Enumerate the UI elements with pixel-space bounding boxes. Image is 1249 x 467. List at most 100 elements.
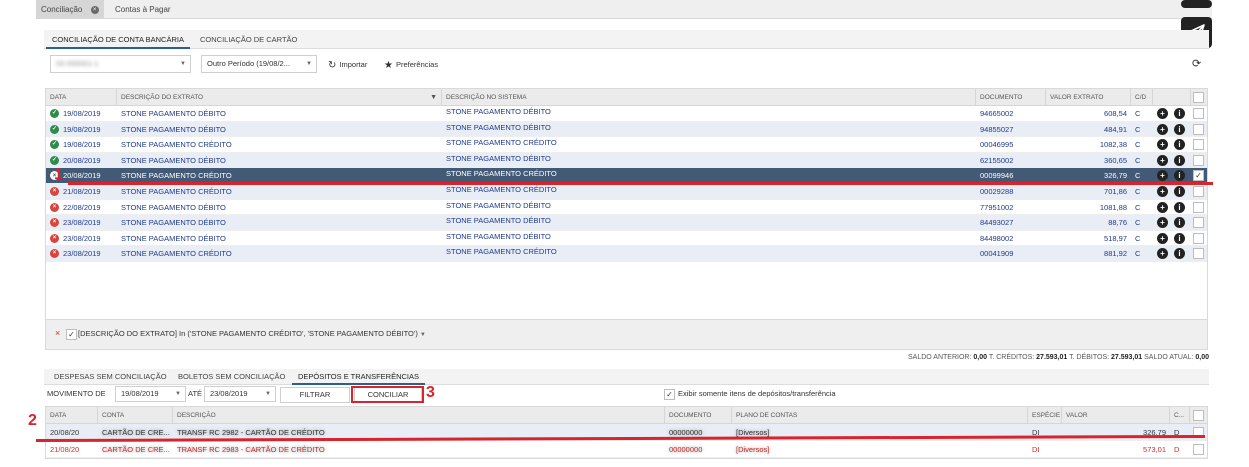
info-icon[interactable]: i <box>1174 185 1185 197</box>
header-description[interactable]: DESCRIÇÃO <box>173 407 665 424</box>
table-row[interactable]: × 23/08/2019 STONE PAGAMENTO CRÉDITO STONE … <box>46 246 1207 262</box>
add-icon[interactable]: + <box>1157 217 1168 229</box>
cell-system-description[interactable]: STONE PAGAMENTO CRÉDITO <box>442 166 976 181</box>
add-icon[interactable]: + <box>1157 248 1168 260</box>
row-checkbox[interactable] <box>1193 201 1204 213</box>
row-checkbox[interactable] <box>1193 444 1204 455</box>
cell-system-description[interactable]: STONE PAGAMENTO DÉBITO <box>442 151 976 166</box>
header-cd[interactable]: C/D <box>1131 89 1153 106</box>
tab-deposits-transfers[interactable]: DEPÓSITOS E TRANSFERÊNCIAS <box>292 369 425 385</box>
close-icon[interactable]: × <box>90 5 99 14</box>
tab-label: Contas à Pagar <box>115 5 171 14</box>
row-checkbox[interactable] <box>1193 108 1204 119</box>
cell-system-description[interactable]: STONE PAGAMENTO CRÉDITO <box>442 244 976 259</box>
header-label: DESCRIÇÃO DO EXTRATO <box>121 94 204 101</box>
cell-system-description[interactable]: STONE PAGAMENTO DÉBITO <box>442 229 976 244</box>
header-cd[interactable]: C... <box>1170 407 1190 424</box>
header-date[interactable]: DATA <box>46 89 117 106</box>
add-icon[interactable]: + <box>1157 154 1168 166</box>
info-icon[interactable]: i <box>1174 248 1185 260</box>
cell-system-description[interactable]: STONE PAGAMENTO DÉBITO <box>442 104 976 119</box>
cell-document: 84498002 <box>980 233 1014 243</box>
cell-statement-description: STONE PAGAMENTO CRÉDITO <box>121 140 232 150</box>
movement-from-date[interactable]: 19/08/2019 ▼ <box>115 386 186 402</box>
filter-expression[interactable]: [DESCRIÇÃO DO EXTRATO] In ('STONE PAGAME… <box>78 329 426 338</box>
header-account[interactable]: CONTA <box>98 407 173 424</box>
cell-system-description[interactable]: STONE PAGAMENTO DÉBITO <box>442 120 976 135</box>
tab-boletos-unreconciled[interactable]: BOLETOS SEM CONCILIAÇÃO <box>172 369 291 385</box>
add-icon[interactable]: + <box>1157 185 1168 197</box>
row-checkbox[interactable] <box>1193 139 1204 151</box>
info-icon[interactable]: i <box>1174 201 1185 213</box>
filter-text: [DESCRIÇÃO DO EXTRATO] In ('STONE PAGAME… <box>78 329 418 338</box>
tab-contas-a-pagar[interactable]: Contas à Pagar <box>110 0 176 19</box>
preferences-button[interactable]: ★ Preferências <box>384 59 438 72</box>
cell-system-description[interactable]: STONE PAGAMENTO CRÉDITO <box>442 135 976 150</box>
tab-conciliacao[interactable]: Conciliação × <box>36 0 104 19</box>
filter-icon[interactable]: ▼ <box>430 89 437 106</box>
cell-date: 19/08/2019 <box>63 109 101 118</box>
saldo-atual-value: 0,00 <box>1195 354 1209 361</box>
add-icon[interactable]: + <box>1157 232 1168 244</box>
filter-button[interactable]: FILTRAR <box>280 387 350 403</box>
cell-date: 23/08/2019 <box>63 249 101 259</box>
cell-statement-description: STONE PAGAMENTO DÉBITO <box>121 124 226 134</box>
filter-enabled-checkbox[interactable]: ✓ <box>66 329 77 340</box>
add-icon[interactable]: + <box>1157 108 1168 119</box>
header-statement-value[interactable]: VALOR EXTRATO <box>1046 89 1131 106</box>
only-deposits-checkbox[interactable]: ✓ <box>664 389 675 400</box>
info-icon[interactable]: i <box>1174 139 1185 151</box>
info-icon[interactable]: i <box>1174 123 1185 135</box>
reconciliation-subtabs: CONCILIAÇÃO DE CONTA BANCÁRIA CONCILIAÇÃ… <box>44 30 1209 49</box>
info-icon[interactable]: i <box>1174 217 1185 229</box>
cell-document: 94665002 <box>980 109 1014 118</box>
add-icon[interactable]: + <box>1157 170 1168 182</box>
cell-system-description[interactable]: STONE PAGAMENTO DÉBITO <box>442 213 976 228</box>
add-icon[interactable]: + <box>1157 123 1168 135</box>
saldo-anterior-label: SALDO ANTERIOR: <box>908 354 972 361</box>
row-checkbox[interactable]: ✓ <box>1193 170 1204 182</box>
header-document[interactable]: DOCUMENTO <box>976 89 1046 106</box>
chevron-down-icon: ▼ <box>306 61 312 67</box>
cell-cd: D <box>1174 445 1180 454</box>
account-select[interactable]: 00-000001-1 ▼ <box>50 55 191 73</box>
add-icon[interactable]: + <box>1157 139 1168 151</box>
cell-cd: D <box>1174 428 1180 437</box>
period-select[interactable]: Outro Período (19/08/2... ▼ <box>201 55 317 73</box>
row-checkbox[interactable] <box>1193 248 1204 260</box>
cell-value: 881,92 <box>1104 249 1127 259</box>
row-checkbox[interactable] <box>1193 232 1204 244</box>
row-checkbox[interactable] <box>1193 185 1204 197</box>
info-icon[interactable]: i <box>1174 108 1185 119</box>
annotation-line-1 <box>68 182 1213 185</box>
refresh-icon: ↻ <box>328 60 337 71</box>
import-button[interactable]: ↻ Importar <box>328 59 367 72</box>
row-checkbox[interactable] <box>1193 217 1204 229</box>
select-all-checkbox[interactable] <box>1193 92 1204 103</box>
header-chart-of-accounts[interactable]: PLANO DE CONTAS <box>732 407 1028 424</box>
row-checkbox[interactable] <box>1193 154 1204 166</box>
tab-card-reconciliation[interactable]: CONCILIAÇÃO DE CARTÃO <box>194 30 303 49</box>
movement-to-date[interactable]: 23/08/2019 ▼ <box>204 386 276 402</box>
deposits-grid: DATA CONTA DESCRIÇÃO DOCUMENTO PLANO DE … <box>45 406 1208 459</box>
header-kind[interactable]: ESPÉCIE <box>1028 407 1062 424</box>
clear-filter-icon[interactable]: × <box>55 328 60 338</box>
header-value[interactable]: VALOR <box>1062 407 1170 424</box>
date-value: 23/08/2019 <box>210 389 248 398</box>
header-date[interactable]: DATA <box>46 407 98 424</box>
tab-expenses-unreconciled[interactable]: DESPESAS SEM CONCILIAÇÃO <box>48 369 173 385</box>
cell-system-description[interactable]: STONE PAGAMENTO DÉBITO <box>442 198 976 213</box>
table-row[interactable]: 21/08/20 CARTÃO DE CRE... TRANSF RC 2983 -… <box>46 441 1207 458</box>
reload-icon[interactable]: ⟳ <box>1192 58 1201 70</box>
header-document[interactable]: DOCUMENTO <box>665 407 732 424</box>
info-icon[interactable]: i <box>1174 170 1185 182</box>
add-icon[interactable]: + <box>1157 201 1168 213</box>
header-statement-description[interactable]: DESCRIÇÃO DO EXTRATO ▼ <box>117 89 442 106</box>
info-icon[interactable]: i <box>1174 154 1185 166</box>
select-all-checkbox[interactable] <box>1193 410 1204 421</box>
info-icon[interactable]: i <box>1174 232 1185 244</box>
user-icon[interactable] <box>1181 0 1212 8</box>
row-checkbox[interactable] <box>1193 123 1204 135</box>
cell-value: 701,86 <box>1104 186 1127 196</box>
tab-bank-reconciliation[interactable]: CONCILIAÇÃO DE CONTA BANCÁRIA <box>46 30 190 49</box>
